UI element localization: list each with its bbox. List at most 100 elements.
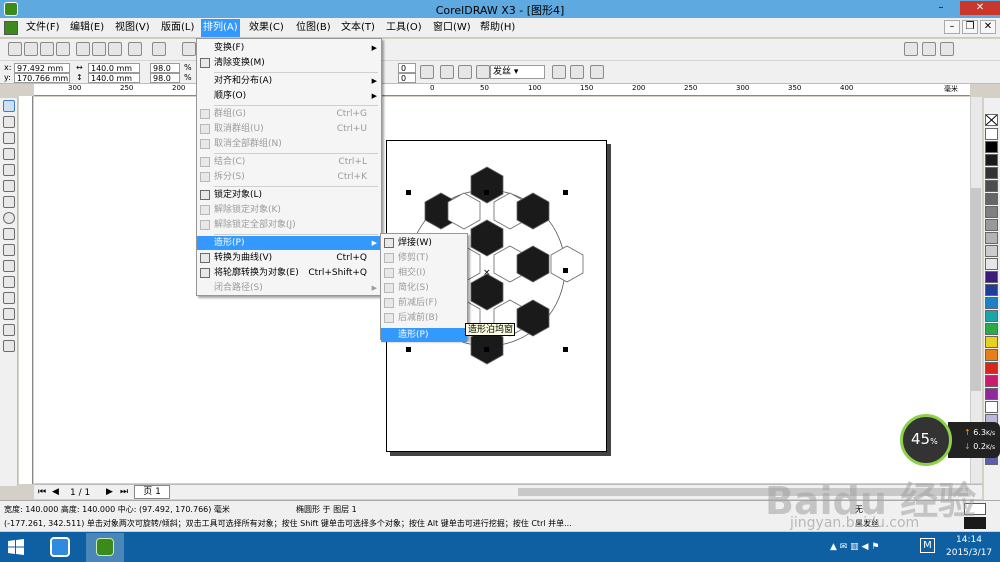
arrange-menu-item[interactable]: 将轮廓转换为对象(E) Ctrl+Shift+Q (197, 266, 381, 280)
color-swatch[interactable] (985, 167, 998, 179)
text-tool-icon[interactable] (3, 260, 15, 272)
prev-page-button[interactable]: ◀ (52, 487, 59, 497)
color-swatch[interactable] (985, 349, 998, 361)
arrange-menu-item[interactable]: 取消全部群组(N) (197, 137, 381, 151)
polygon-tool-icon[interactable] (3, 228, 15, 240)
menu-view[interactable]: 视图(V) (113, 21, 152, 36)
ellipse-tool-icon[interactable] (3, 212, 15, 224)
welcome-icon[interactable] (922, 42, 936, 56)
shaping-menu-item[interactable]: 焊接(W) (381, 236, 467, 250)
basic-shapes-tool-icon[interactable] (3, 244, 15, 256)
arrange-menu-item[interactable]: 结合(C) Ctrl+L (197, 155, 381, 169)
freehand-tool-icon[interactable] (3, 164, 15, 176)
pick-tool-icon[interactable] (3, 100, 15, 112)
color-swatch[interactable] (985, 219, 998, 231)
last-page-button[interactable]: ⏭ (120, 487, 128, 497)
minimize-button[interactable]: – (928, 1, 954, 15)
menu-layout[interactable]: 版面(L) (159, 21, 196, 36)
color-swatch[interactable] (985, 271, 998, 283)
color-swatch[interactable] (985, 206, 998, 218)
copy-icon[interactable] (92, 42, 106, 56)
zoom-tool-icon[interactable] (3, 148, 15, 160)
to-front-icon[interactable] (552, 65, 566, 79)
menu-window[interactable]: 窗口(W) (431, 21, 473, 36)
width-input[interactable]: 140.0 mm (88, 63, 140, 73)
color-swatch[interactable] (985, 310, 998, 322)
open-icon[interactable] (24, 42, 38, 56)
next-page-button[interactable]: ▶ (106, 487, 113, 497)
options-icon[interactable] (904, 42, 918, 56)
fill-tool-icon[interactable] (3, 324, 15, 336)
color-swatch[interactable] (985, 388, 998, 400)
height-input[interactable]: 140.0 mm (88, 73, 140, 83)
new-icon[interactable] (8, 42, 22, 56)
redo-icon[interactable] (152, 42, 166, 56)
undo-icon[interactable] (128, 42, 142, 56)
color-swatch[interactable] (985, 258, 998, 270)
color-swatch[interactable] (985, 232, 998, 244)
x-position-input[interactable]: 97.492 mm (14, 63, 70, 73)
y-position-input[interactable]: 170.766 mm (14, 73, 70, 83)
save-icon[interactable] (40, 42, 54, 56)
direction-icon[interactable] (420, 65, 434, 79)
ime-indicator[interactable]: M (920, 538, 935, 553)
first-page-button[interactable]: ⏮ (38, 487, 46, 497)
document-icon[interactable] (4, 21, 18, 35)
arrange-menu-item[interactable]: 取消群组(U) Ctrl+U (197, 122, 381, 136)
outline-pen-icon[interactable] (476, 65, 490, 79)
doc-close-button[interactable]: ✕ (980, 20, 996, 34)
smart-fill-tool-icon[interactable] (3, 180, 15, 192)
menu-help[interactable]: 帮助(H) (478, 21, 517, 36)
color-swatch[interactable] (985, 284, 998, 296)
windows-start-icon[interactable] (8, 539, 24, 555)
color-swatch[interactable] (985, 193, 998, 205)
menu-tools[interactable]: 工具(O) (384, 21, 424, 36)
angle-start-input[interactable]: 0 (398, 63, 416, 73)
menu-effects[interactable]: 效果(C) (247, 21, 286, 36)
crop-tool-icon[interactable] (3, 132, 15, 144)
color-swatch[interactable] (985, 128, 998, 140)
arrange-menu-item[interactable]: 清除变换(M) (197, 56, 381, 70)
outline-width-select[interactable]: 发丝 ▾ (490, 65, 545, 79)
arrange-menu-item[interactable]: 拆分(S) Ctrl+K (197, 170, 381, 184)
security-shield-icon[interactable] (50, 537, 70, 557)
shaping-menu-item[interactable]: 前减后(F) (381, 296, 467, 310)
arrange-menu-item[interactable]: 变换(F) ▶ (197, 41, 381, 55)
color-swatch[interactable] (985, 375, 998, 387)
no-color-swatch[interactable] (985, 114, 998, 126)
vertical-ruler[interactable] (19, 96, 33, 484)
taskbar-coreldraw-button[interactable] (86, 533, 124, 562)
menu-arrange[interactable]: 排列(A) (201, 19, 240, 37)
arrange-menu-item[interactable]: 锁定对象(L) (197, 188, 381, 202)
color-swatch[interactable] (985, 141, 998, 153)
page-tab[interactable]: 页 1 (134, 485, 170, 499)
interactive-fill-tool-icon[interactable] (3, 340, 15, 352)
color-swatch[interactable] (985, 154, 998, 166)
convert-curves-icon[interactable] (590, 65, 604, 79)
shaping-menu-item[interactable]: 后减前(B) (381, 311, 467, 325)
vertical-scroll-thumb[interactable] (971, 188, 981, 391)
wrap-icon[interactable] (440, 65, 454, 79)
shaping-menu-item[interactable]: 简化(S) (381, 281, 467, 295)
close-button[interactable]: ✕ (960, 1, 1000, 15)
cut-icon[interactable] (76, 42, 90, 56)
color-swatch[interactable] (985, 336, 998, 348)
corel-online-icon[interactable] (940, 42, 954, 56)
arrange-menu-item[interactable]: 对齐和分布(A) ▶ (197, 74, 381, 88)
color-swatch[interactable] (985, 323, 998, 335)
paste-icon[interactable] (108, 42, 122, 56)
scale-height-input[interactable]: 98.0 (150, 73, 180, 83)
color-swatch[interactable] (985, 297, 998, 309)
to-back-icon[interactable] (570, 65, 584, 79)
arrange-menu-item[interactable]: 群组(G) Ctrl+G (197, 107, 381, 121)
menu-bitmaps[interactable]: 位图(B) (294, 21, 333, 36)
clock-time[interactable]: 14:14 (956, 535, 982, 545)
menu-text[interactable]: 文本(T) (339, 21, 377, 36)
color-swatch[interactable] (985, 245, 998, 257)
arrange-menu-item[interactable]: 解除锁定全部对象(J) (197, 218, 381, 232)
interactive-blend-tool-icon[interactable] (3, 276, 15, 288)
arrange-menu-item[interactable]: 顺序(O) ▶ (197, 89, 381, 103)
shaping-menu-item[interactable]: 造形(P) (381, 328, 467, 342)
doc-minimize-button[interactable]: – (944, 20, 960, 34)
menu-edit[interactable]: 编辑(E) (68, 21, 106, 36)
